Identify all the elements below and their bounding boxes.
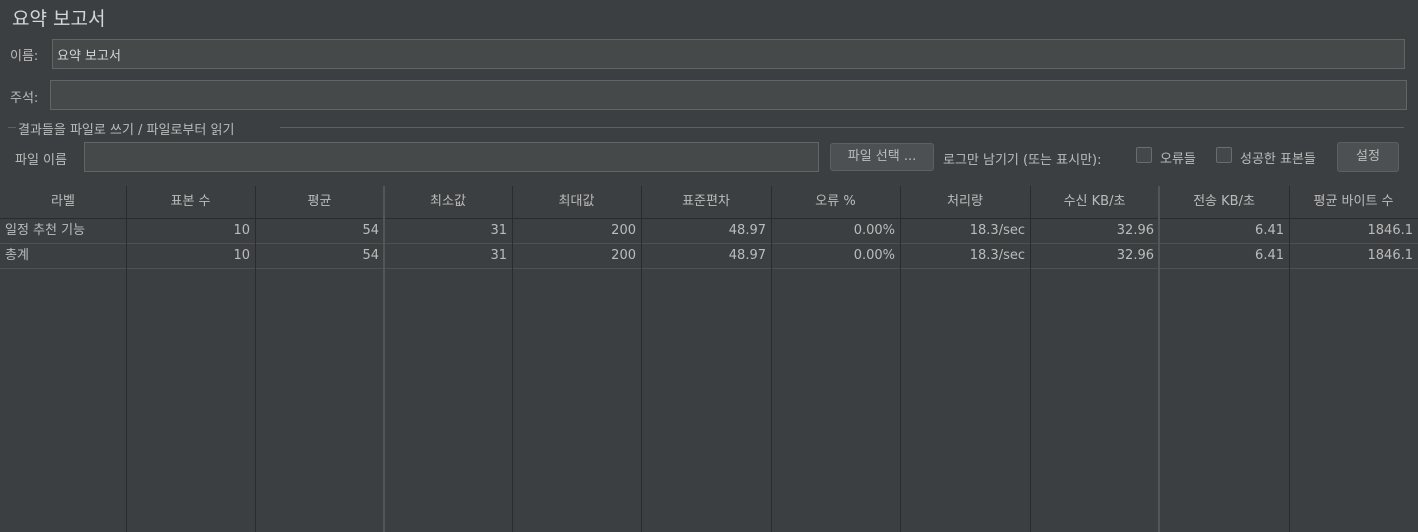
table-cell[interactable]: 200 [512,219,641,243]
table-cell[interactable]: 6.41 [1159,244,1289,268]
errors-checkbox[interactable] [1136,147,1152,163]
group-border-left [8,127,16,128]
row-divider [0,268,1418,269]
column-header-label[interactable]: 라벨 [0,186,126,218]
table-cell[interactable]: 1846.1 [1289,219,1418,243]
column-header-average[interactable]: 평균 [255,186,384,218]
row-divider [0,243,1418,244]
filename-field[interactable] [84,142,819,172]
configure-button[interactable]: 설정 [1337,142,1399,172]
table-cell[interactable]: 31 [384,219,512,243]
name-label: 이름: [10,49,39,64]
column-header-min[interactable]: 최소값 [384,186,512,218]
table-cell[interactable]: 18.3/sec [900,244,1030,268]
results-table: 라벨 표본 수 평균 최소값 최대값 표준편차 오류 % 처리량 수신 KB/초… [0,186,1418,532]
table-cell[interactable]: 10 [126,244,255,268]
column-divider [512,186,513,532]
comment-field[interactable] [50,80,1407,110]
table-cell[interactable]: 18.3/sec [900,219,1030,243]
file-group-title: 결과들을 파일로 쓰기 / 파일로부터 읽기 [18,123,235,138]
table-cell[interactable]: 32.96 [1030,219,1159,243]
table-cell[interactable]: 54 [255,244,384,268]
column-header-samples[interactable]: 표본 수 [126,186,255,218]
column-divider [383,186,385,532]
column-divider [255,186,256,532]
column-divider [771,186,772,532]
column-header-throughput[interactable]: 처리량 [900,186,1030,218]
table-cell[interactable]: 200 [512,244,641,268]
table-cell[interactable]: 48.97 [641,219,771,243]
browse-file-button[interactable]: 파일 선택 ... [830,143,934,171]
filename-label: 파일 이름 [15,153,67,168]
successes-label: 성공한 표본들 [1240,152,1316,167]
successes-checkbox[interactable] [1216,147,1232,163]
table-header: 라벨 표본 수 평균 최소값 최대값 표준편차 오류 % 처리량 수신 KB/초… [0,186,1418,219]
table-cell[interactable]: 32.96 [1030,244,1159,268]
comment-label: 주석: [10,91,39,106]
log-only-label: 로그만 남기기 (또는 표시만): [943,153,1102,168]
column-header-std-dev[interactable]: 표준편차 [641,186,771,218]
column-header-received[interactable]: 수신 KB/초 [1030,186,1159,218]
table-cell[interactable]: 0.00% [771,219,900,243]
column-divider [1289,186,1290,532]
column-divider [1158,186,1160,532]
table-cell[interactable]: 54 [255,219,384,243]
table-cell[interactable]: 48.97 [641,244,771,268]
panel-title: 요약 보고서 [12,8,106,30]
column-header-avg-bytes[interactable]: 평균 바이트 수 [1289,186,1418,218]
column-divider [1030,186,1031,532]
table-cell[interactable]: 6.41 [1159,219,1289,243]
errors-label: 오류들 [1160,152,1196,167]
group-border-right [280,127,1404,128]
table-cell[interactable]: 10 [126,219,255,243]
column-divider [641,186,642,532]
table-cell[interactable]: 총계 [0,244,126,268]
table-cell[interactable]: 일정 추천 기능 [0,219,126,243]
table-cell[interactable]: 31 [384,244,512,268]
column-divider [126,186,127,532]
column-divider [900,186,901,532]
table-cell[interactable]: 0.00% [771,244,900,268]
column-header-sent[interactable]: 전송 KB/초 [1159,186,1289,218]
column-header-error-pct[interactable]: 오류 % [771,186,900,218]
summary-report-panel: 요약 보고서 이름: 주석: 결과들을 파일로 쓰기 / 파일로부터 읽기 파일… [0,0,1418,532]
column-header-max[interactable]: 최대값 [512,186,641,218]
name-field[interactable] [52,39,1405,69]
table-cell[interactable]: 1846.1 [1289,244,1418,268]
